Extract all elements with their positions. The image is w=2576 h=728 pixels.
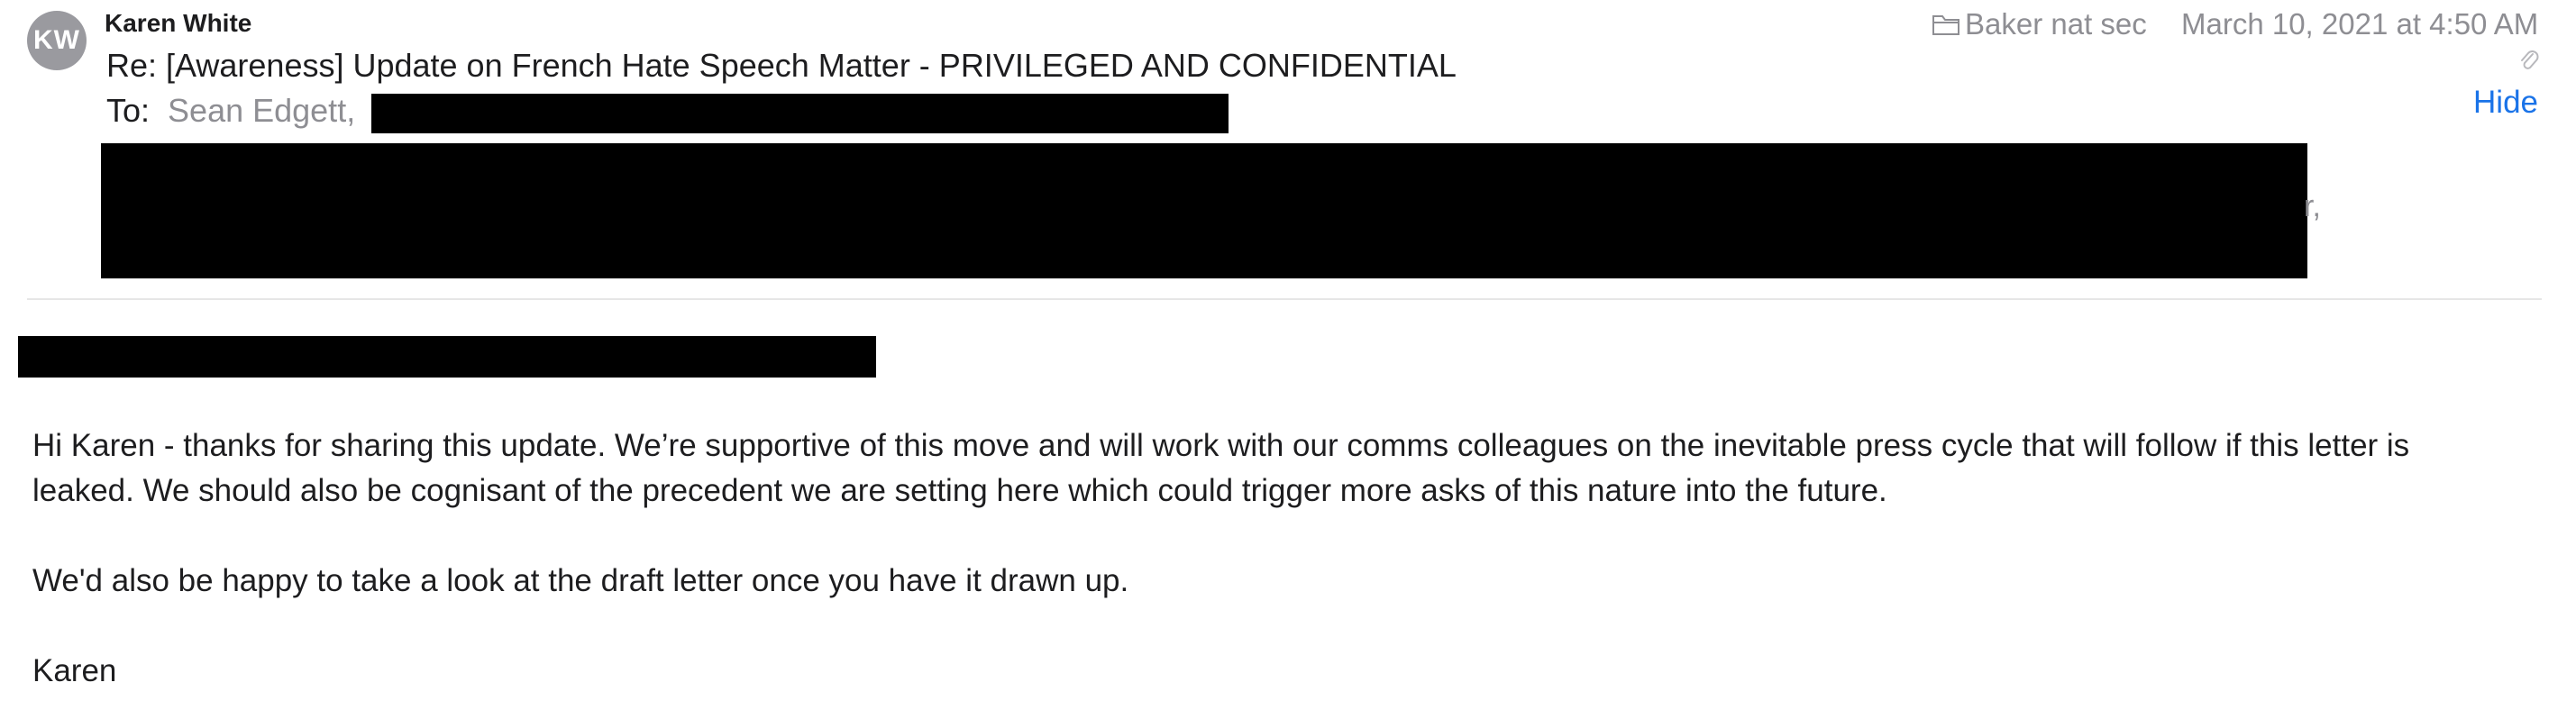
to-row: To: Sean Edgett, <box>106 92 355 130</box>
mailbox-label[interactable]: Baker nat sec <box>1931 7 2147 41</box>
avatar-initials: KW <box>33 25 80 55</box>
body-paragraph: We'd also be happy to take a look at the… <box>32 563 1129 598</box>
body-paragraph: Hi Karen - thanks for sharing this updat… <box>32 423 2556 514</box>
paperclip-icon[interactable] <box>2518 49 2540 74</box>
email-subject: Re: [Awareness] Update on French Hate Sp… <box>106 47 1457 84</box>
to-recipient[interactable]: Sean Edgett, <box>168 92 355 130</box>
redacted-cc-block <box>101 143 2307 278</box>
body-line: Hi Karen - thanks for sharing this updat… <box>32 428 2410 463</box>
folder-icon <box>1932 15 1959 35</box>
to-label: To: <box>106 92 151 129</box>
mailbox-name: Baker nat sec <box>1965 7 2147 41</box>
recipient-fragment: r, <box>2304 189 2321 223</box>
avatar[interactable]: KW <box>27 11 87 70</box>
email-message-view: KW Karen White Re: [Awareness] Update on… <box>0 0 2576 728</box>
header-divider <box>27 298 2542 300</box>
sender-name[interactable]: Karen White <box>105 9 251 38</box>
body-line: leaked. We should also be cognisant of t… <box>32 473 1887 508</box>
redacted-recipients <box>371 94 1229 133</box>
signature: Karen <box>32 653 117 688</box>
redacted-greeting <box>18 336 876 378</box>
email-body: Hi Karen - thanks for sharing this updat… <box>32 423 2556 728</box>
email-date: March 10, 2021 at 4:50 AM <box>2181 7 2539 41</box>
hide-details-link[interactable]: Hide <box>2473 85 2538 121</box>
